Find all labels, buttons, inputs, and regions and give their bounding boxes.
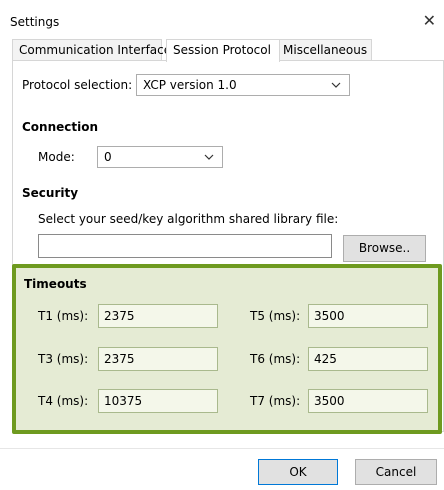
mode-value: 0 xyxy=(104,150,112,164)
tab-miscellaneous[interactable]: Miscellaneous xyxy=(276,39,372,61)
library-file-input[interactable] xyxy=(38,234,332,258)
t5-label: T5 (ms): xyxy=(250,309,301,323)
tab-session-protocol[interactable]: Session Protocol xyxy=(166,39,280,62)
chevron-down-icon xyxy=(331,82,341,88)
t1-label: T1 (ms): xyxy=(38,309,89,323)
t5-input[interactable]: 3500 xyxy=(308,304,428,328)
mode-label: Mode: xyxy=(38,150,75,164)
security-hint: Select your seed/key algorithm shared li… xyxy=(38,212,339,226)
tab-communication-interface[interactable]: Communication Interface xyxy=(12,39,171,61)
chevron-down-icon xyxy=(204,154,214,160)
t3-label: T3 (ms): xyxy=(38,352,89,366)
mode-dropdown[interactable]: 0 xyxy=(97,146,223,168)
cancel-button[interactable]: Cancel xyxy=(355,459,437,485)
tab-label: Miscellaneous xyxy=(283,43,368,57)
t7-label: T7 (ms): xyxy=(250,394,301,408)
t4-label: T4 (ms): xyxy=(38,394,89,408)
tab-label: Communication Interface xyxy=(19,43,172,57)
ok-button[interactable]: OK xyxy=(258,459,338,485)
timeouts-group: Timeouts T1 (ms): 2375 T5 (ms): 3500 T3 … xyxy=(12,264,442,434)
window-title: Settings xyxy=(10,15,60,29)
protocol-selection-label: Protocol selection: xyxy=(22,78,133,92)
protocol-selection-dropdown[interactable]: XCP version 1.0 xyxy=(136,74,350,96)
t1-value: 2375 xyxy=(104,309,135,323)
t7-value: 3500 xyxy=(314,394,345,408)
t6-value: 425 xyxy=(314,352,337,366)
close-icon[interactable]: ✕ xyxy=(423,11,436,30)
footer-divider xyxy=(0,448,444,449)
t3-input[interactable]: 2375 xyxy=(98,347,218,371)
connection-heading: Connection xyxy=(22,120,99,134)
t7-input[interactable]: 3500 xyxy=(308,389,428,413)
t1-input[interactable]: 2375 xyxy=(98,304,218,328)
security-heading: Security xyxy=(22,186,79,200)
tab-label: Session Protocol xyxy=(173,43,271,57)
t4-input[interactable]: 10375 xyxy=(98,389,218,413)
browse-button[interactable]: Browse.. xyxy=(343,235,426,262)
t3-value: 2375 xyxy=(104,352,135,366)
t5-value: 3500 xyxy=(314,309,345,323)
title-bar: Settings ✕ xyxy=(0,0,444,38)
t6-input[interactable]: 425 xyxy=(308,347,428,371)
t4-value: 10375 xyxy=(104,394,143,408)
protocol-selection-value: XCP version 1.0 xyxy=(143,78,237,92)
timeouts-heading: Timeouts xyxy=(24,277,87,291)
t6-label: T6 (ms): xyxy=(250,352,301,366)
